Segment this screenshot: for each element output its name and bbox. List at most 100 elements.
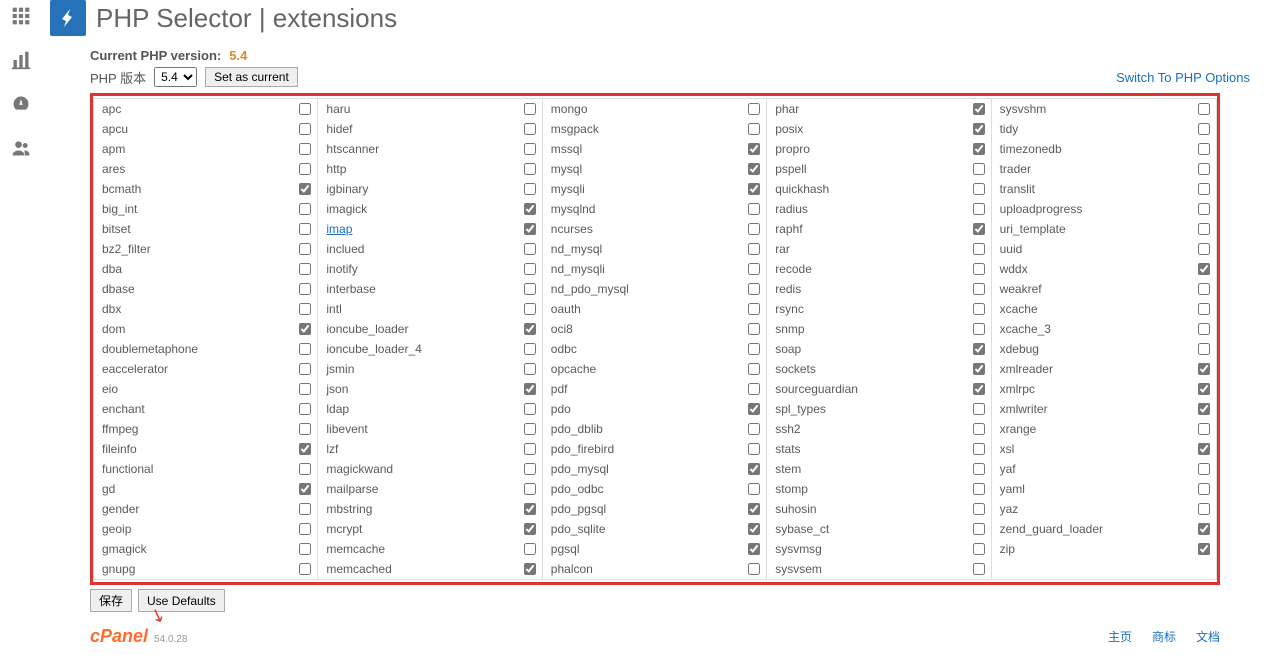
extension-checkbox[interactable] — [299, 183, 311, 195]
extension-checkbox[interactable] — [299, 123, 311, 135]
extension-checkbox[interactable] — [973, 323, 985, 335]
extension-checkbox[interactable] — [973, 523, 985, 535]
extension-checkbox[interactable] — [524, 163, 536, 175]
extension-checkbox[interactable] — [748, 483, 760, 495]
extension-checkbox[interactable] — [1198, 363, 1210, 375]
extension-checkbox[interactable] — [748, 203, 760, 215]
footer-link-docs[interactable]: 文档 — [1196, 628, 1220, 645]
footer-link-home[interactable]: 主页 — [1108, 628, 1132, 645]
extension-checkbox[interactable] — [973, 243, 985, 255]
extension-checkbox[interactable] — [299, 563, 311, 575]
extension-checkbox[interactable] — [1198, 183, 1210, 195]
extension-checkbox[interactable] — [1198, 123, 1210, 135]
extension-checkbox[interactable] — [1198, 483, 1210, 495]
extension-checkbox[interactable] — [524, 403, 536, 415]
extension-checkbox[interactable] — [299, 523, 311, 535]
extension-checkbox[interactable] — [524, 483, 536, 495]
extension-checkbox[interactable] — [299, 223, 311, 235]
extension-checkbox[interactable] — [748, 563, 760, 575]
extension-checkbox[interactable] — [973, 363, 985, 375]
extension-checkbox[interactable] — [524, 103, 536, 115]
extension-checkbox[interactable] — [299, 263, 311, 275]
extension-checkbox[interactable] — [748, 183, 760, 195]
extension-checkbox[interactable] — [299, 283, 311, 295]
extension-checkbox[interactable] — [1198, 103, 1210, 115]
extension-checkbox[interactable] — [748, 363, 760, 375]
extension-checkbox[interactable] — [299, 143, 311, 155]
extension-checkbox[interactable] — [973, 263, 985, 275]
extension-checkbox[interactable] — [1198, 283, 1210, 295]
extension-checkbox[interactable] — [1198, 423, 1210, 435]
extension-checkbox[interactable] — [1198, 463, 1210, 475]
dashboard-icon[interactable] — [11, 94, 31, 114]
extension-checkbox[interactable] — [973, 183, 985, 195]
extension-checkbox[interactable] — [1198, 503, 1210, 515]
extension-checkbox[interactable] — [973, 123, 985, 135]
extension-checkbox[interactable] — [299, 463, 311, 475]
extension-checkbox[interactable] — [524, 123, 536, 135]
extension-checkbox[interactable] — [299, 403, 311, 415]
extension-checkbox[interactable] — [1198, 303, 1210, 315]
extension-checkbox[interactable] — [1198, 263, 1210, 275]
extension-checkbox[interactable] — [524, 243, 536, 255]
extension-checkbox[interactable] — [524, 283, 536, 295]
extension-checkbox[interactable] — [299, 203, 311, 215]
extension-checkbox[interactable] — [299, 483, 311, 495]
extension-checkbox[interactable] — [748, 223, 760, 235]
extension-checkbox[interactable] — [1198, 163, 1210, 175]
extension-checkbox[interactable] — [524, 323, 536, 335]
extension-checkbox[interactable] — [973, 383, 985, 395]
extension-checkbox[interactable] — [524, 423, 536, 435]
grid-icon[interactable] — [11, 6, 31, 26]
extension-checkbox[interactable] — [524, 523, 536, 535]
extension-checkbox[interactable] — [748, 403, 760, 415]
extension-checkbox[interactable] — [299, 443, 311, 455]
extension-checkbox[interactable] — [524, 223, 536, 235]
extension-checkbox[interactable] — [973, 463, 985, 475]
extension-checkbox[interactable] — [524, 143, 536, 155]
extension-checkbox[interactable] — [973, 443, 985, 455]
extension-checkbox[interactable] — [1198, 343, 1210, 355]
extension-checkbox[interactable] — [1198, 223, 1210, 235]
extension-checkbox[interactable] — [524, 263, 536, 275]
extension-checkbox[interactable] — [1198, 403, 1210, 415]
extension-checkbox[interactable] — [748, 103, 760, 115]
extension-checkbox[interactable] — [973, 203, 985, 215]
extension-checkbox[interactable] — [299, 163, 311, 175]
save-button[interactable]: 保存 — [90, 589, 132, 612]
extension-checkbox[interactable] — [1198, 323, 1210, 335]
extension-checkbox[interactable] — [299, 543, 311, 555]
extension-checkbox[interactable] — [973, 543, 985, 555]
extension-checkbox[interactable] — [299, 503, 311, 515]
extension-checkbox[interactable] — [299, 423, 311, 435]
extension-checkbox[interactable] — [973, 483, 985, 495]
extension-checkbox[interactable] — [748, 543, 760, 555]
php-version-select[interactable]: 5.4 — [154, 67, 197, 87]
extension-checkbox[interactable] — [524, 343, 536, 355]
extension-checkbox[interactable] — [973, 223, 985, 235]
extension-checkbox[interactable] — [748, 243, 760, 255]
footer-link-trademark[interactable]: 商标 — [1152, 628, 1176, 645]
extension-checkbox[interactable] — [973, 163, 985, 175]
extension-checkbox[interactable] — [973, 423, 985, 435]
extension-checkbox[interactable] — [973, 403, 985, 415]
extension-checkbox[interactable] — [1198, 203, 1210, 215]
extension-checkbox[interactable] — [748, 323, 760, 335]
extension-checkbox[interactable] — [973, 563, 985, 575]
extension-label[interactable]: imap — [326, 220, 352, 238]
extension-checkbox[interactable] — [973, 503, 985, 515]
extension-checkbox[interactable] — [299, 103, 311, 115]
extension-checkbox[interactable] — [973, 283, 985, 295]
extension-checkbox[interactable] — [524, 183, 536, 195]
set-as-current-button[interactable]: Set as current — [205, 67, 298, 87]
extension-checkbox[interactable] — [748, 303, 760, 315]
extension-checkbox[interactable] — [524, 503, 536, 515]
extension-checkbox[interactable] — [748, 123, 760, 135]
users-icon[interactable] — [11, 138, 31, 158]
extension-checkbox[interactable] — [1198, 143, 1210, 155]
extension-checkbox[interactable] — [973, 303, 985, 315]
extension-checkbox[interactable] — [299, 343, 311, 355]
extension-checkbox[interactable] — [299, 363, 311, 375]
extension-checkbox[interactable] — [1198, 243, 1210, 255]
extension-checkbox[interactable] — [1198, 523, 1210, 535]
